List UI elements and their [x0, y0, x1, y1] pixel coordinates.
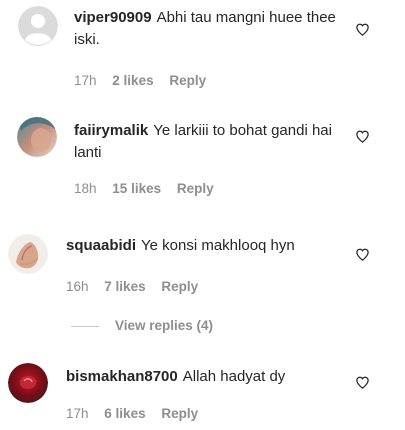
heart-icon[interactable] — [355, 22, 370, 37]
comment-text: faiirymalik Ye larkiii to bohat gandi hai… — [74, 120, 339, 164]
comment-text: squaabidi Ye konsi makhlooq hyn — [66, 235, 356, 257]
avatar[interactable] — [18, 6, 58, 46]
comment-time: 17h — [66, 406, 89, 421]
comment-username[interactable]: squaabidi — [66, 237, 136, 254]
comment-time: 17h — [74, 73, 97, 88]
comment-time: 16h — [66, 279, 89, 294]
comment-username[interactable]: faiirymalik — [74, 122, 148, 139]
replies-divider — [71, 325, 99, 327]
heart-icon[interactable] — [355, 247, 370, 262]
comment-meta: 16h 7 likes Reply — [66, 279, 210, 294]
comment-text: bismakhan8700 Allah hadyat dy — [66, 366, 356, 388]
comment-username[interactable]: viper90909 — [74, 9, 152, 26]
profile-photo-icon — [17, 117, 57, 157]
comment-likes[interactable]: 6 likes — [104, 406, 145, 421]
comment-body: Allah hadyat dy — [182, 368, 286, 385]
comment-time: 18h — [74, 181, 97, 196]
comment-meta: 17h 2 likes Reply — [74, 73, 218, 88]
default-avatar-icon — [18, 6, 58, 46]
comment-username[interactable]: bismakhan8700 — [66, 368, 178, 385]
reply-button[interactable]: Reply — [169, 73, 206, 88]
avatar[interactable] — [8, 234, 48, 274]
heart-icon[interactable] — [355, 129, 370, 144]
reply-button[interactable]: Reply — [161, 279, 198, 294]
profile-photo-icon — [8, 234, 48, 274]
comment-likes[interactable]: 15 likes — [112, 181, 161, 196]
reply-button[interactable]: Reply — [177, 181, 214, 196]
comment-item: bismakhan8700 Allah hadyat dy 17h 6 likes… — [0, 358, 405, 430]
view-replies-label[interactable]: View replies (4) — [115, 318, 213, 333]
comment-meta: 17h 6 likes Reply — [66, 406, 210, 421]
view-replies-button[interactable]: View replies (4) — [71, 318, 213, 333]
comment-item: viper90909 Abhi tau mangni huee thee iski… — [0, 0, 405, 100]
profile-photo-icon — [8, 363, 48, 403]
avatar[interactable] — [8, 363, 48, 403]
comment-item: faiirymalik Ye larkiii to bohat gandi hai… — [0, 110, 405, 210]
comment-likes[interactable]: 2 likes — [112, 73, 153, 88]
comment-body: Ye konsi makhlooq hyn — [141, 237, 295, 254]
reply-button[interactable]: Reply — [161, 406, 198, 421]
avatar[interactable] — [17, 117, 57, 157]
comment-text: viper90909 Abhi tau mangni huee thee iski… — [74, 7, 339, 51]
comment-likes[interactable]: 7 likes — [104, 279, 145, 294]
comment-meta: 18h 15 likes Reply — [74, 181, 226, 196]
heart-icon[interactable] — [355, 375, 370, 390]
